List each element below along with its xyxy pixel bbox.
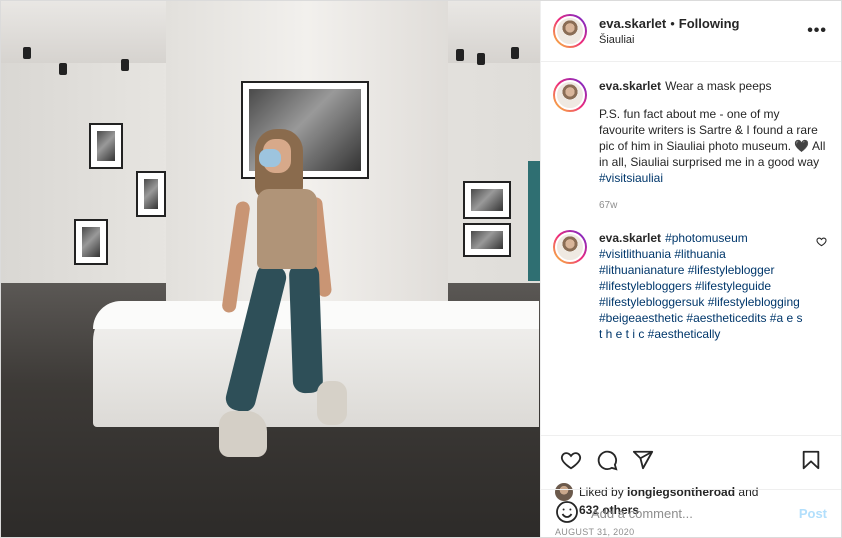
comment-hashtags[interactable]: #photomuseum #visitlithuania #lithuania … — [599, 231, 802, 342]
share-icon[interactable] — [625, 442, 661, 478]
wall-frame — [463, 181, 511, 219]
doorway — [528, 161, 540, 281]
comment-icon[interactable] — [589, 442, 625, 478]
add-comment-bar: Post — [541, 489, 841, 537]
wall-frame — [89, 123, 123, 169]
caption-ps-text: P.S. fun fact about me - one of my favou… — [599, 107, 826, 169]
avatar[interactable] — [553, 230, 587, 264]
post-dialog: eva.skarlet • Following Šiauliai ••• eva.s… — [0, 0, 842, 538]
person-leg — [288, 262, 324, 394]
header-row: eva.skarlet • Following — [599, 16, 807, 31]
following-button[interactable]: Following — [679, 16, 740, 31]
caption-username[interactable]: eva.skarlet — [599, 79, 661, 93]
wall-frame — [463, 223, 511, 257]
person-top — [257, 189, 317, 269]
username-link[interactable]: eva.skarlet — [599, 16, 666, 31]
caption: eva.skarlet Wear a mask peeps P.S. fun fa… — [553, 78, 827, 214]
wall-frame — [74, 219, 108, 265]
emoji-icon[interactable] — [555, 500, 579, 527]
comments-list[interactable]: eva.skarlet Wear a mask peeps P.S. fun fa… — [541, 62, 841, 435]
spotlight — [477, 53, 485, 65]
face-mask — [259, 149, 281, 167]
caption-time[interactable]: 67w — [599, 198, 827, 214]
header-text: eva.skarlet • Following Šiauliai — [599, 16, 807, 46]
comment-input[interactable] — [591, 506, 799, 521]
more-options-icon[interactable]: ••• — [807, 22, 827, 40]
bookmark-icon[interactable] — [793, 442, 829, 478]
wall-frame — [136, 171, 166, 217]
spotlight — [456, 49, 464, 61]
post-comment-button[interactable]: Post — [799, 506, 827, 521]
spotlight — [59, 63, 67, 75]
avatar[interactable] — [553, 78, 587, 112]
action-bar — [541, 435, 841, 483]
spotlight — [121, 59, 129, 71]
person-sneaker — [317, 381, 347, 425]
post-sidebar: eva.skarlet • Following Šiauliai ••• eva.s… — [540, 1, 841, 537]
spotlight — [23, 47, 31, 59]
comment-username[interactable]: eva.skarlet — [599, 231, 661, 245]
comment-like-heart-icon[interactable] — [816, 236, 827, 342]
post-header: eva.skarlet • Following Šiauliai ••• — [541, 1, 841, 62]
avatar[interactable] — [553, 14, 587, 48]
comment-item: eva.skarlet #photomuseum #visitlithuania … — [553, 230, 827, 342]
location-link[interactable]: Šiauliai — [599, 34, 807, 46]
post-photo[interactable] — [1, 1, 540, 537]
caption-body: eva.skarlet Wear a mask peeps P.S. fun fa… — [599, 78, 827, 214]
hashtag-link[interactable]: #visitsiauliai — [599, 171, 663, 185]
spotlight — [511, 47, 519, 59]
caption-text: Wear a mask peeps — [665, 79, 772, 93]
person-sneaker — [219, 411, 267, 457]
heart-icon[interactable] — [553, 442, 589, 478]
caption-ps: P.S. fun fact about me - one of my favou… — [599, 106, 827, 186]
separator-dot: • — [670, 16, 675, 31]
comment-body: eva.skarlet #photomuseum #visitlithuania … — [599, 230, 808, 342]
